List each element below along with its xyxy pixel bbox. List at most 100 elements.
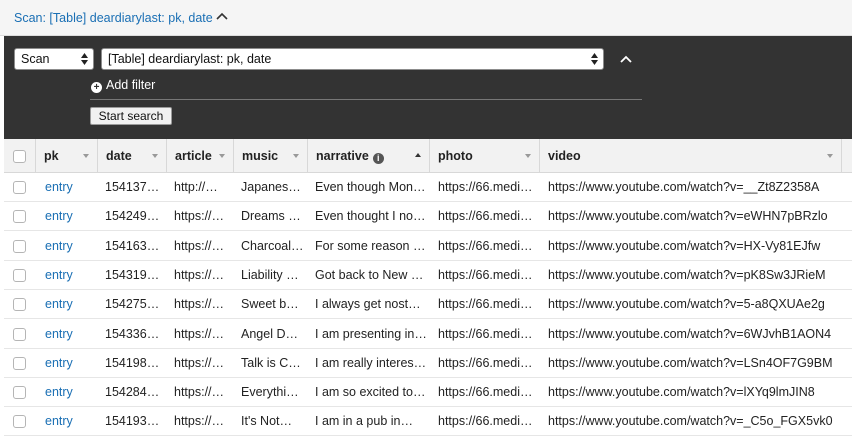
column-header-video[interactable]: video [540,139,842,173]
table-row[interactable]: entry 154249… https://… Dreams … Even though… [4,202,852,232]
cell-date: 154284… [105,385,160,400]
cell-narrative: I am really interest… [315,355,427,370]
table-row[interactable]: entry 154336… https://… Angel D… I am presen… [4,319,852,349]
cell-article: https://… [174,385,225,400]
column-header-date[interactable]: date [98,139,167,173]
cell-music: Sweet b… [241,297,299,312]
cell-narrative: I am so excited to … [315,385,427,400]
cell-date: 154193… [105,414,160,429]
row-checkbox[interactable] [13,298,26,312]
select-arrows-icon [591,53,598,65]
cell-narrative: For some reason … [315,238,426,253]
table-row[interactable]: entry 154275… https://… Sweet b… I always ge… [4,290,852,320]
table-row[interactable]: entry 154137… http://… Japanes… Even though … [4,173,852,202]
column-header-article[interactable]: article [167,139,234,173]
row-checkbox[interactable] [13,239,26,253]
cell-pk[interactable]: entry [45,180,93,194]
sort-caret-icon [219,154,225,158]
sort-caret-icon [525,154,531,158]
plus-circle-icon: + [91,82,102,93]
cell-video: https://www.youtube.com/watch?v=pK8Sw3JR… [548,267,826,282]
cell-date: 154319… [105,267,160,282]
column-header-narrative[interactable]: narrative i [308,139,430,173]
search-panel: Scan [Table] deardiarylast: pk, date + Ad… [4,36,852,139]
cell-pk[interactable]: entry [45,385,93,399]
add-filter-link[interactable]: + Add filter [91,78,155,93]
cell-article: https://… [174,355,225,370]
cell-narrative: Even though Mon… [315,180,426,194]
start-search-button[interactable]: Start search [90,107,172,125]
scan-title[interactable]: Scan: [Table] deardiarylast: pk, date [14,11,213,25]
sort-caret-icon [827,154,833,158]
cell-article: http://… [174,180,218,194]
row-checkbox[interactable] [13,181,26,194]
cell-article: https://… [174,267,225,282]
row-checkbox[interactable] [13,268,26,282]
cell-narrative: I am presenting in … [315,326,427,341]
cell-music: Japanes… [241,180,301,194]
chevron-up-icon[interactable] [619,54,633,64]
cell-photo: https://66.medi… [438,414,533,429]
cell-pk[interactable]: entry [45,297,93,311]
cell-video: https://www.youtube.com/watch?v=5-a8QXUA… [548,297,825,312]
sort-caret-icon [152,154,158,158]
scan-mode-value: Scan [21,52,50,66]
select-all-checkbox[interactable] [13,150,26,163]
cell-pk[interactable]: entry [45,327,93,341]
cell-video: https://www.youtube.com/watch?v=LSn4OF7G… [548,355,833,370]
cell-photo: https://66.medi… [438,238,533,253]
column-header-music[interactable]: music [234,139,308,173]
cell-article: https://… [174,238,225,253]
info-icon[interactable]: i [372,153,384,164]
sort-asc-icon [415,153,421,157]
cell-music: Charcoal… [241,238,304,253]
row-checkbox[interactable] [13,415,26,429]
cell-article: https://… [174,414,225,429]
cell-photo: https://66.medi… [438,267,533,282]
cell-video: https://www.youtube.com/watch?v=HX-Vy81E… [548,238,821,253]
cell-photo: https://66.medi… [438,209,533,224]
table-row[interactable]: entry 154193… https://… It's Not… I am in a … [4,407,852,436]
row-checkbox[interactable] [13,356,26,370]
table-select-value: [Table] deardiarylast: pk, date [108,52,272,66]
row-checkbox[interactable] [13,210,26,224]
cell-narrative: I am in a pub in… [315,414,413,429]
cell-music: Liability … [241,267,299,282]
cell-pk[interactable]: entry [45,209,93,223]
cell-pk[interactable]: entry [45,268,93,282]
scan-header: Scan: [Table] deardiarylast: pk, date [0,0,852,36]
row-checkbox[interactable] [13,327,26,341]
add-filter-label: Add filter [106,78,156,92]
cell-music: It's Not… [241,414,293,429]
table-select[interactable]: [Table] deardiarylast: pk, date [101,48,604,70]
cell-video: https://www.youtube.com/watch?v=__Zt8Z23… [548,180,820,194]
select-all-cell [4,139,36,173]
table-row[interactable]: entry 154198… https://… Talk is C… I am real… [4,348,852,378]
cell-video: https://www.youtube.com/watch?v=6WJvhB1A… [548,326,832,341]
row-checkbox[interactable] [13,386,26,400]
cell-video: https://www.youtube.com/watch?v=lXYq9lmJ… [548,385,815,400]
chevron-up-icon[interactable] [216,11,228,21]
cell-pk[interactable]: entry [45,239,93,253]
cell-article: https://… [174,209,225,224]
cell-pk[interactable]: entry [45,414,93,428]
table-row[interactable]: entry 154163… https://… Charcoal… For some r… [4,231,852,261]
cell-date: 154198… [105,355,160,370]
cell-article: https://… [174,297,225,312]
cell-photo: https://66.medi… [438,297,533,312]
table-row[interactable]: entry 154319… https://… Liability … Got back… [4,260,852,290]
cell-date: 154275… [105,297,160,312]
cell-video: https://www.youtube.com/watch?v=_C5o_FGX… [548,414,833,429]
cell-pk[interactable]: entry [45,356,93,370]
cell-photo: https://66.medi… [438,385,533,400]
cell-music: Everythi… [241,385,299,400]
scan-mode-select[interactable]: Scan [14,48,94,70]
column-header-photo[interactable]: photo [430,139,540,173]
cell-narrative: Even thought I nor… [315,209,427,224]
column-header-pk[interactable]: pk [36,139,98,173]
table-row[interactable]: entry 154284… https://… Everythi… I am so ex… [4,378,852,408]
divider [90,99,642,100]
grid-header: pk date article music narrative i photo v… [4,139,852,173]
sort-caret-icon [293,154,299,158]
cell-video: https://www.youtube.com/watch?v=eWHN7pBR… [548,209,828,224]
